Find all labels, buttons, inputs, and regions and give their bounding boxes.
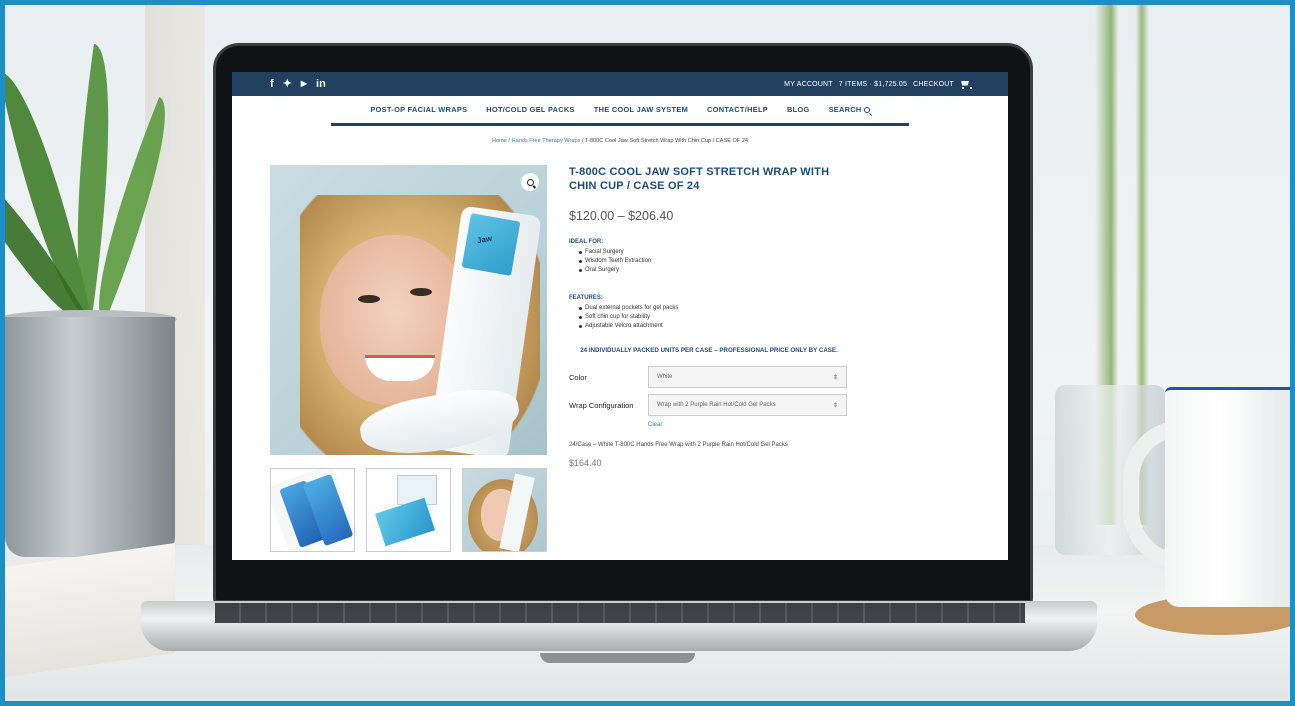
search-icon: [863, 107, 870, 113]
product-title: T-800C COOL JAW SOFT STRETCH WRAP WITH C…: [569, 166, 830, 192]
nav-item-cool-jaw-system[interactable]: THE COOL JAW SYSTEM: [594, 105, 688, 114]
checkout-link[interactable]: CHECKOUT: [913, 81, 954, 88]
selected-variation-price: $164.40: [569, 458, 602, 468]
breadcrumb-home[interactable]: Home: [492, 138, 507, 144]
breadcrumb: Home / Hands Free Therapy Wraps / T-800C…: [491, 138, 749, 144]
list-item: Soft chin cup for stability: [579, 313, 849, 322]
thumbnail-model[interactable]: [462, 468, 547, 552]
select-arrows-icon: ⇕: [832, 402, 838, 409]
select-arrows-icon: ⇕: [832, 374, 838, 381]
nav-item-post-op-facial-wraps[interactable]: POST-OP FACIAL WRAPS: [370, 105, 467, 114]
model-eye: [358, 295, 380, 303]
breadcrumb-category[interactable]: Hands Free Therapy Wraps: [512, 138, 581, 144]
model-eye: [410, 288, 432, 296]
top-bar: f ✦ ▶ in MY ACCOUNT 7 ITEMS · $1,725.05 …: [232, 72, 1008, 96]
clear-link[interactable]: Clear: [648, 422, 849, 428]
social-links: f ✦ ▶ in: [270, 78, 326, 90]
product-summary: T-800C COOL JAW SOFT STRETCH WRAP WITH C…: [569, 165, 849, 468]
zoom-button[interactable]: [521, 173, 539, 191]
case-note: 24 INDIVIDUALLY PACKED UNITS PER CASE – …: [580, 347, 838, 354]
product-thumbnails: [270, 468, 547, 552]
account-links: MY ACCOUNT 7 ITEMS · $1,725.05 CHECKOUT: [784, 80, 972, 89]
nav-item-blog[interactable]: BLOG: [787, 105, 810, 114]
cart-summary-link[interactable]: 7 ITEMS · $1,725.05: [839, 81, 907, 88]
wrap-config-row: Wrap Configuration Wrap with 2 Purple Ra…: [569, 394, 849, 416]
color-select-value: White: [657, 374, 673, 380]
zoom-icon: [526, 178, 534, 186]
color-label: Color: [569, 372, 587, 382]
twitter-icon[interactable]: ✦: [283, 78, 292, 90]
selected-variation-desc: 24/Case – White T-800C Hands Free Wrap w…: [569, 442, 788, 448]
cart-icon[interactable]: [960, 80, 972, 89]
laptop-keyboard: [215, 603, 1025, 623]
thumbnail-gel-packs[interactable]: [270, 468, 355, 552]
plant-pot: [5, 317, 175, 557]
wrap-config-value: Wrap with 2 Purple Rain Hot/Cold Gel Pac…: [657, 402, 776, 408]
laptop-screen: f ✦ ▶ in MY ACCOUNT 7 ITEMS · $1,725.05 …: [232, 72, 1008, 560]
laptop-notch: [540, 653, 695, 663]
coffee-mug: [1165, 387, 1290, 607]
wrap-config-select[interactable]: Wrap with 2 Purple Rain Hot/Cold Gel Pac…: [648, 394, 847, 416]
thumb-gel-pack: [375, 497, 435, 547]
list-item: Wisdom Teeth Extraction: [579, 257, 849, 266]
breadcrumb-current: T-800C Cool Jaw Soft Stretch Wrap With C…: [584, 138, 749, 144]
color-select[interactable]: White ⇕: [648, 366, 847, 388]
list-item: Oral Surgery: [579, 266, 849, 275]
nav-item-search[interactable]: SEARCH: [829, 105, 870, 114]
list-item: Adjustable Velcro attachment: [579, 322, 849, 331]
ideal-for-list: Facial Surgery Wisdom Teeth Extraction O…: [569, 248, 849, 275]
ideal-for-heading: IDEAL FOR:: [569, 239, 604, 245]
wrap-config-label: Wrap Configuration: [569, 400, 634, 410]
nav-item-contact-help[interactable]: CONTACT/HELP: [707, 105, 768, 114]
search-label: SEARCH: [828, 105, 862, 114]
product-section: Jaw T-800C COOL JAW SOFT STRETCH WRAP WI…: [270, 165, 850, 560]
price-range: $120.00 – $206.40: [569, 209, 674, 223]
gel-pack: [461, 213, 521, 276]
my-account-link[interactable]: MY ACCOUNT: [784, 81, 833, 88]
facebook-icon[interactable]: f: [270, 78, 274, 90]
features-list: Dual external pockets for gel packs Soft…: [569, 304, 849, 331]
nav-item-hot-cold-gel-packs[interactable]: HOT/COLD GEL PACKS: [486, 105, 574, 114]
youtube-icon[interactable]: ▶: [301, 80, 307, 88]
list-item: Dual external pockets for gel packs: [579, 304, 849, 313]
variation-form: Color White ⇕ Wrap Configuration Wrap wi…: [569, 366, 849, 428]
features-heading: FEATURES:: [569, 295, 603, 301]
main-nav: POST-OP FACIAL WRAPS HOT/COLD GEL PACKS …: [331, 96, 909, 126]
color-row: Color White ⇕: [569, 366, 849, 388]
product-main-image[interactable]: Jaw: [270, 165, 547, 455]
linkedin-icon[interactable]: in: [316, 78, 326, 90]
thumbnail-packaging[interactable]: [366, 468, 451, 552]
list-item: Facial Surgery: [579, 248, 849, 257]
